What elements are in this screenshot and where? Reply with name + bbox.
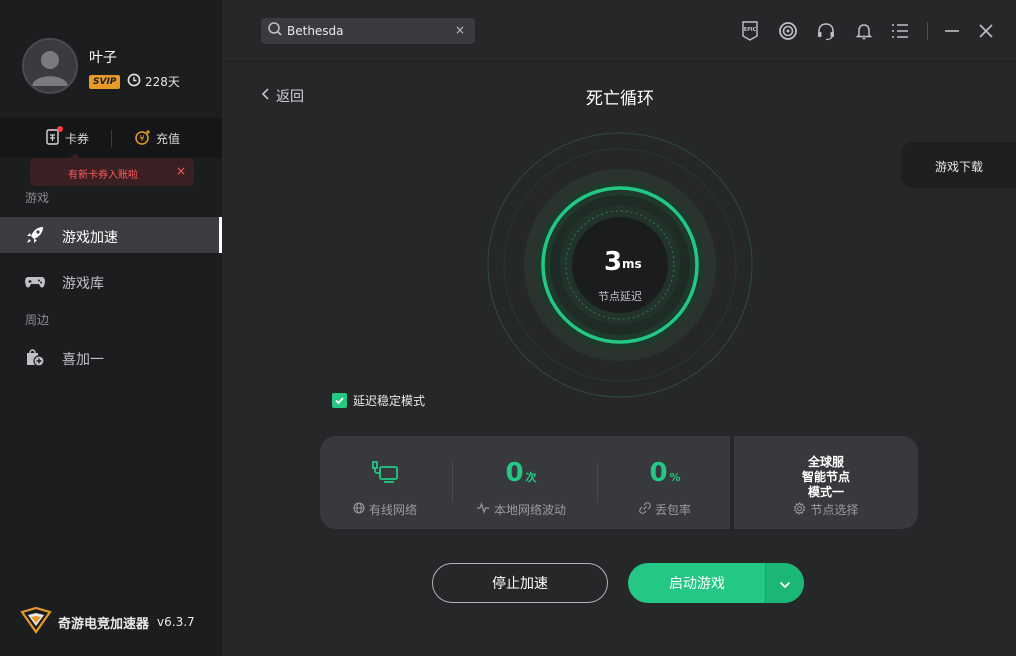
node-select-panel[interactable]: 全球服 智能节点 模式一 节点选择: [734, 436, 918, 529]
game-download-button[interactable]: 游戏下载: [901, 142, 1016, 188]
gear-icon: [793, 501, 806, 518]
latency-label: 节点延迟: [598, 290, 642, 303]
launch-game-button[interactable]: 启动游戏: [628, 563, 766, 603]
wallet-bar: 卡券 ¥ 充值: [0, 118, 222, 158]
gift-bag-plus-icon: [24, 346, 46, 368]
stats-panel: 有线网络 0次 本地网络波动 0% 丢包率: [320, 436, 730, 529]
stat-network-type: 有线网络: [320, 436, 450, 529]
search-icon: [267, 21, 283, 41]
stats-divider: [597, 462, 598, 502]
pulse-icon: [476, 502, 490, 517]
sidebar-item-game-boost[interactable]: 游戏加速: [0, 217, 222, 253]
sidebar-item-game-library[interactable]: 游戏库: [0, 263, 222, 299]
wallet-divider: [111, 130, 112, 148]
topbar-divider: [927, 22, 928, 40]
minimize-icon[interactable]: [942, 21, 962, 41]
search-clear-icon[interactable]: ×: [455, 23, 465, 37]
gamepad-icon: [24, 270, 46, 292]
stop-boost-button[interactable]: 停止加速: [432, 563, 608, 603]
close-icon[interactable]: [976, 21, 996, 41]
node-mode: 模式一: [807, 485, 844, 499]
ubisoft-icon[interactable]: [778, 21, 798, 41]
tooltip-close-icon[interactable]: ×: [176, 164, 186, 178]
launch-game-button-group: 启动游戏: [628, 563, 804, 603]
svg-text:EPIC: EPIC: [744, 27, 757, 33]
chevron-down-icon: [779, 574, 791, 593]
svg-text:¥: ¥: [139, 134, 144, 143]
membership-days: 228天: [127, 73, 180, 90]
globe-icon: [353, 502, 365, 517]
stat-network-fluctuation: 0次 本地网络波动: [456, 436, 586, 529]
menu-icon[interactable]: [890, 21, 910, 41]
broken-link-icon: [639, 502, 651, 517]
stat-packet-loss: 0% 丢包率: [600, 436, 730, 529]
brand: 奇游电竞加速器 v6.3.7: [20, 606, 195, 638]
chevron-left-icon: [260, 87, 272, 105]
search-box[interactable]: ×: [261, 18, 475, 44]
username: 叶子: [89, 50, 117, 66]
top-bar: × EPIC: [222, 0, 1016, 62]
sidebar-item-free-games[interactable]: 喜加一: [0, 339, 222, 375]
bell-icon[interactable]: [854, 21, 874, 41]
section-label-game: 游戏: [25, 191, 50, 205]
svip-badge: SVIP: [89, 75, 121, 89]
new-coupon-tooltip: 有新卡券入账啦 ×: [30, 153, 194, 186]
notification-dot: [57, 126, 63, 132]
brand-logo-icon: [20, 606, 52, 638]
stats-divider: [452, 462, 453, 502]
avatar[interactable]: [22, 38, 78, 94]
back-button[interactable]: 返回: [260, 86, 304, 106]
tooltip-text: 有新卡券入账啦: [68, 170, 138, 181]
sidebar: 叶子 SVIP 228天 卡券 ¥ 充值 有新卡券入账啦 × 游戏 游戏加速 游…: [0, 0, 222, 656]
rocket-icon: [24, 224, 46, 246]
epic-games-icon[interactable]: EPIC: [740, 21, 760, 41]
clock-icon: [127, 73, 141, 90]
coupon-button[interactable]: 卡券: [45, 126, 89, 149]
recharge-button[interactable]: ¥ 充值: [134, 128, 180, 149]
node-select-button[interactable]: 节点选择: [734, 501, 918, 518]
section-label-around: 周边: [25, 313, 50, 327]
latency-unit: ms: [622, 257, 642, 271]
stable-mode-checkbox[interactable]: 延迟稳定模式: [332, 392, 425, 409]
launch-options-dropdown[interactable]: [766, 563, 804, 603]
checkbox-checked-icon: [332, 393, 347, 408]
wired-network-icon: [320, 458, 450, 492]
search-input[interactable]: [287, 24, 447, 38]
game-title: 死亡循环: [586, 89, 654, 109]
headset-support-icon[interactable]: [816, 21, 836, 41]
coin-icon: ¥: [134, 128, 152, 149]
coupon-icon: [45, 126, 63, 149]
